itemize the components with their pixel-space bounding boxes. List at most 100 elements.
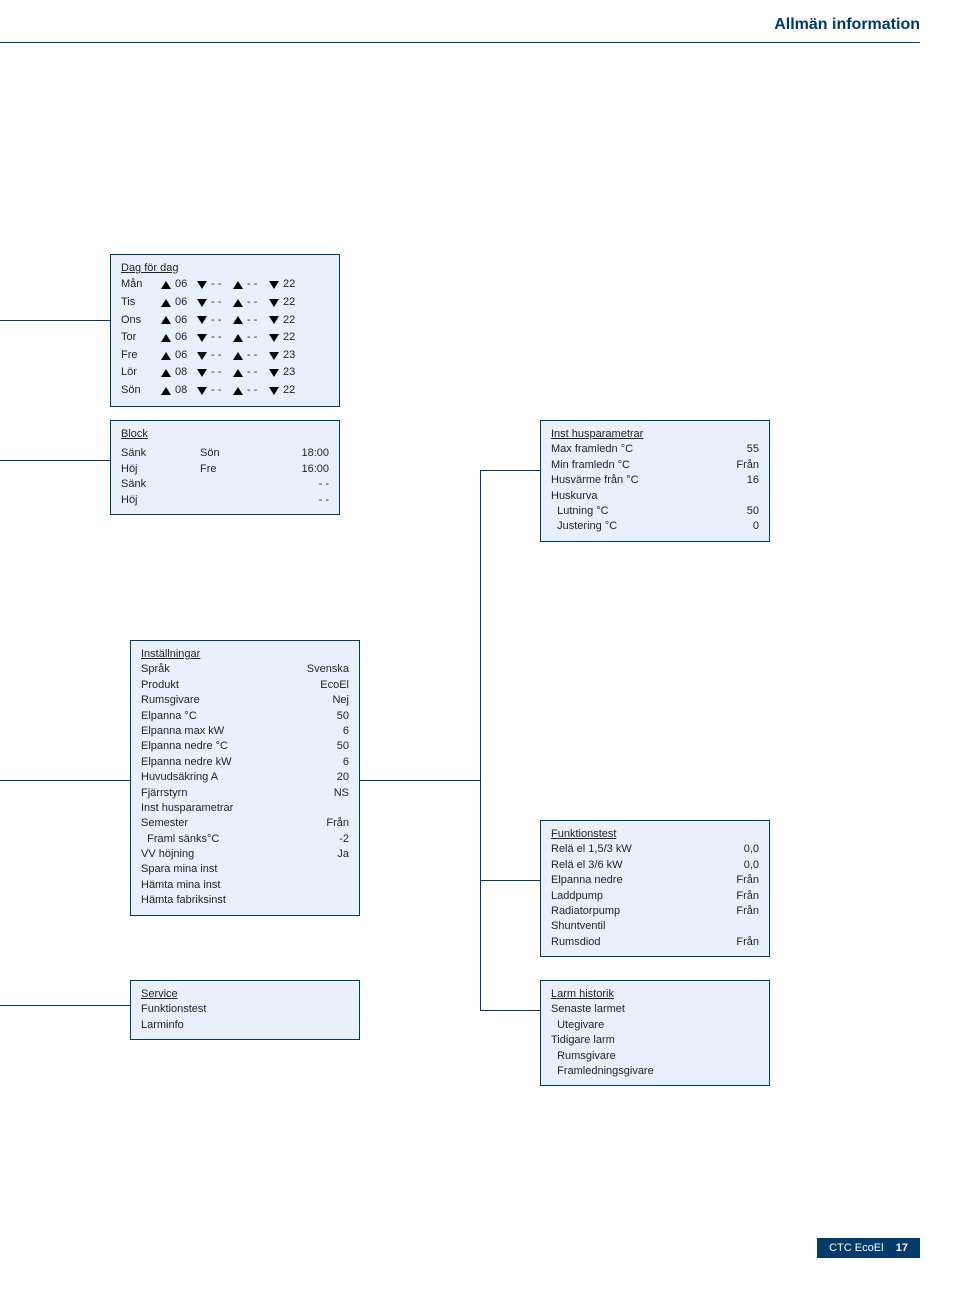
service-box: Service FunktionstestLarminfo bbox=[130, 980, 360, 1040]
footer-bar: CTC EcoEl 17 bbox=[817, 1238, 920, 1258]
row-label: Hämta fabriksinst bbox=[141, 893, 226, 908]
footer-page-number: 17 bbox=[896, 1242, 908, 1254]
triangle-up-icon bbox=[233, 281, 243, 289]
value: 08 bbox=[175, 382, 193, 400]
triangle-up-icon bbox=[233, 352, 243, 360]
day-label: Fre bbox=[121, 347, 157, 365]
inst-husparametrar-title: Inst husparametrar bbox=[551, 427, 759, 442]
dag-for-dag-box: Dag för dag Mån06- -- -22Tis06- -- -22On… bbox=[110, 254, 340, 407]
value: - - bbox=[211, 347, 229, 365]
row-label: Elpanna max kW bbox=[141, 724, 224, 739]
value: - - bbox=[211, 276, 229, 294]
schedule-row: Ons06- -- -22 bbox=[121, 312, 329, 330]
row-label: Semester bbox=[141, 816, 188, 831]
connector-line bbox=[480, 470, 481, 1010]
inst-husparametrar-box: Inst husparametrar Max framledn °C55Min … bbox=[540, 420, 770, 542]
row-label: Sänk bbox=[121, 477, 181, 492]
row-label: Sänk bbox=[121, 446, 181, 461]
row-label: Höj bbox=[121, 462, 181, 477]
row-label: Elpanna nedre kW bbox=[141, 755, 232, 770]
row-value: Ja bbox=[337, 847, 349, 862]
list-row: Framl sänks°C-2 bbox=[141, 832, 349, 847]
row-value: Från bbox=[326, 816, 349, 831]
triangle-up-icon bbox=[161, 369, 171, 377]
list-row: Hämta fabriksinst bbox=[141, 893, 349, 908]
value: 08 bbox=[175, 364, 193, 382]
row-value: 55 bbox=[747, 442, 759, 457]
row-value: 16:00 bbox=[269, 462, 329, 477]
row-value: 0,0 bbox=[744, 858, 759, 873]
connector-line bbox=[0, 1005, 130, 1006]
list-row: Huvudsäkring A 20 bbox=[141, 770, 349, 785]
row-value: 6 bbox=[343, 724, 349, 739]
row-value: Från bbox=[736, 904, 759, 919]
triangle-up-icon bbox=[161, 334, 171, 342]
value: - - bbox=[247, 294, 265, 312]
day-label: Tis bbox=[121, 294, 157, 312]
list-row: Sänk- - bbox=[121, 477, 329, 492]
row-value: 0,0 bbox=[744, 842, 759, 857]
list-row: Elpanna nedre kW6 bbox=[141, 755, 349, 770]
triangle-down-icon bbox=[197, 334, 207, 342]
row-label: Produkt bbox=[141, 678, 179, 693]
row-value: 20 bbox=[337, 770, 349, 785]
row-label: Huvudsäkring A bbox=[141, 770, 218, 785]
list-row: Höj- - bbox=[121, 493, 329, 508]
row-label: Relä el 3/6 kW bbox=[551, 858, 623, 873]
list-row: Elpanna max kW 6 bbox=[141, 724, 349, 739]
schedule-row: Sön08- -- -22 bbox=[121, 382, 329, 400]
list-row: Språk Svenska bbox=[141, 662, 349, 677]
larm-historik-box: Larm historik Senaste larmet UtegivareTi… bbox=[540, 980, 770, 1086]
list-line: Utegivare bbox=[551, 1018, 759, 1033]
connector-line bbox=[0, 780, 130, 781]
row-label: Elpanna °C bbox=[141, 709, 197, 724]
list-row: RumsdiodFrån bbox=[551, 935, 759, 950]
value: - - bbox=[211, 329, 229, 347]
triangle-down-icon bbox=[269, 281, 279, 289]
row-label: Radiatorpump bbox=[551, 904, 620, 919]
row-label: Hämta mina inst bbox=[141, 878, 220, 893]
row-label: Språk bbox=[141, 662, 170, 677]
triangle-up-icon bbox=[233, 387, 243, 395]
triangle-down-icon bbox=[197, 299, 207, 307]
row-value: -2 bbox=[339, 832, 349, 847]
row-value: Svenska bbox=[307, 662, 349, 677]
day-label: Mån bbox=[121, 276, 157, 294]
triangle-up-icon bbox=[161, 352, 171, 360]
larm-historik-title: Larm historik bbox=[551, 987, 759, 1002]
list-row: Husvärme från °C16 bbox=[551, 473, 759, 488]
triangle-down-icon bbox=[197, 387, 207, 395]
day-label: Ons bbox=[121, 312, 157, 330]
value: - - bbox=[247, 382, 265, 400]
schedule-row: Tis06- -- -22 bbox=[121, 294, 329, 312]
list-row: SänkSön18:00 bbox=[121, 446, 329, 461]
row-label: Höj bbox=[121, 493, 181, 508]
installningar-title: Inställningar bbox=[141, 647, 349, 662]
triangle-up-icon bbox=[161, 281, 171, 289]
connector-line bbox=[480, 1010, 540, 1011]
triangle-down-icon bbox=[269, 387, 279, 395]
list-line: Funktionstest bbox=[141, 1002, 349, 1017]
triangle-up-icon bbox=[161, 316, 171, 324]
value: 22 bbox=[283, 294, 301, 312]
list-line: Larminfo bbox=[141, 1018, 349, 1033]
triangle-down-icon bbox=[269, 316, 279, 324]
triangle-up-icon bbox=[161, 387, 171, 395]
block-title: Block bbox=[121, 427, 329, 442]
row-label: Husvärme från °C bbox=[551, 473, 639, 488]
row-label: Relä el 1,5/3 kW bbox=[551, 842, 632, 857]
list-line: Framledningsgivare bbox=[551, 1064, 759, 1079]
triangle-down-icon bbox=[197, 352, 207, 360]
row-mid bbox=[200, 477, 250, 492]
row-label: Elpanna nedre bbox=[551, 873, 623, 888]
schedule-row: Lör08- -- -23 bbox=[121, 364, 329, 382]
triangle-up-icon bbox=[233, 316, 243, 324]
row-label: Inst husparametrar bbox=[141, 801, 233, 816]
value: 22 bbox=[283, 276, 301, 294]
connector-line bbox=[360, 780, 480, 781]
dag-for-dag-title: Dag för dag bbox=[121, 261, 329, 276]
list-line: Tidigare larm bbox=[551, 1033, 759, 1048]
value: - - bbox=[211, 382, 229, 400]
triangle-up-icon bbox=[161, 299, 171, 307]
row-value: 50 bbox=[747, 504, 759, 519]
